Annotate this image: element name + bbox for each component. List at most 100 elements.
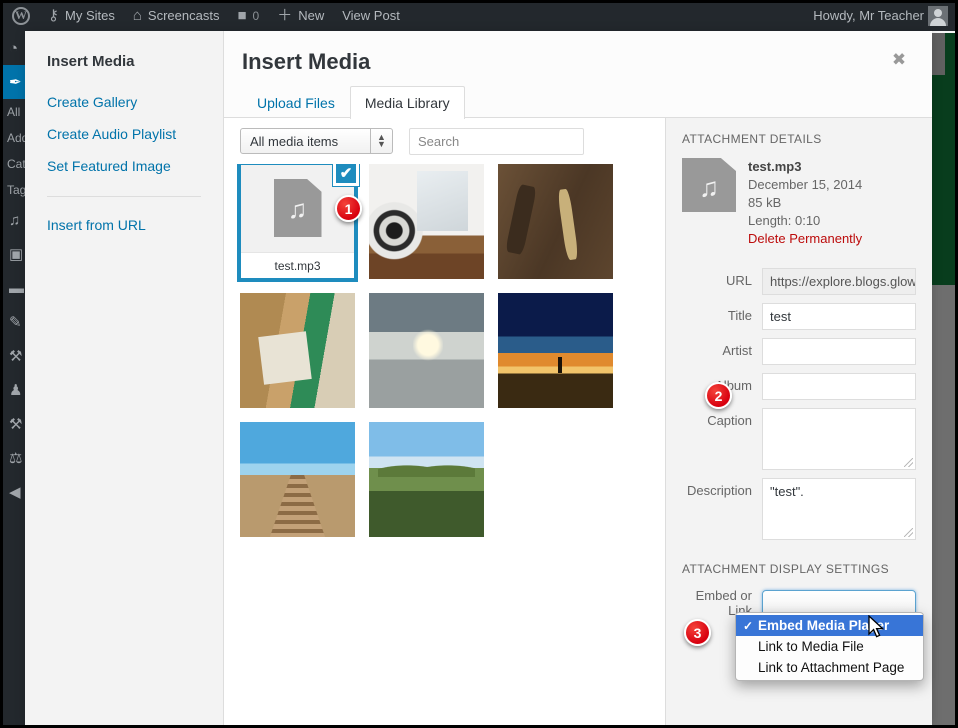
page-scrollbar-thumb[interactable]	[932, 33, 945, 75]
sidebar-item-settings[interactable]: ⚖	[3, 441, 25, 475]
users-icon: ♟	[9, 381, 22, 399]
attachment-silhouette-at-dusk[interactable]	[498, 293, 613, 408]
sidebar-item-comments[interactable]: ▬	[3, 271, 25, 305]
music-note-icon: ♫	[699, 175, 719, 202]
dashboard-icon: ◔	[9, 40, 18, 57]
field-label-title: Title	[682, 303, 762, 323]
artist-field[interactable]	[762, 338, 916, 365]
home-icon: ⌂	[133, 8, 142, 23]
checkmark-icon: ✓	[743, 619, 758, 633]
pin-icon: ✒	[9, 73, 22, 91]
modal-menu-create-audio-playlist[interactable]: Create Audio Playlist	[25, 118, 223, 150]
adminbar-label-view-post: View Post	[342, 8, 400, 23]
sidebar-subitem-add-new[interactable]: Add	[3, 125, 25, 151]
adminbar-item-new[interactable]: ＋ New	[268, 0, 333, 31]
checkmark-icon[interactable]: ✔	[333, 164, 359, 186]
url-field[interactable]: https://explore.blogs.glowsc	[762, 268, 916, 295]
wordpress-logo-icon[interactable]: W	[0, 0, 39, 31]
attachment-filename: test.mp3	[241, 252, 354, 278]
attachment-green-hills[interactable]	[369, 422, 484, 537]
close-icon[interactable]: ✖	[884, 45, 914, 75]
adminbar-item-comments[interactable]: ■ 0	[228, 0, 268, 31]
attachment-display-settings: ATTACHMENT DISPLAY SETTINGS Embed or Lin…	[682, 562, 916, 618]
field-title: Title test	[682, 303, 916, 330]
sidebar-item-tools[interactable]: ⚒	[3, 407, 25, 441]
comments-icon: ▬	[9, 280, 24, 297]
sidebar-item-users[interactable]: ♟	[3, 373, 25, 407]
sidebar-item-posts[interactable]: ✒	[3, 65, 25, 99]
attachment-date: December 15, 2014	[748, 176, 862, 194]
search-input[interactable]: Search	[409, 128, 584, 155]
attachment-wooden-pier[interactable]	[240, 422, 355, 537]
title-field[interactable]: test	[762, 303, 916, 330]
sidebar-subitem-all-posts[interactable]: All	[3, 99, 25, 125]
tab-upload-files[interactable]: Upload Files	[242, 86, 350, 119]
dropdown-option-link-to-attachment-page[interactable]: Link to Attachment Page	[736, 657, 923, 678]
sidebar-item-appearance[interactable]: ✎	[3, 305, 25, 339]
field-url: URL https://explore.blogs.glowsc	[682, 268, 916, 295]
screen-root: W ⚷ My Sites ⌂ Screencasts ■ 0 ＋ New Vie…	[0, 0, 958, 728]
thumbnail-image	[240, 293, 355, 408]
audio-file-icon: ♫	[682, 158, 736, 212]
attachment-test-mp3[interactable]: ♫ test.mp3 ✔	[240, 164, 355, 279]
adminbar-howdy[interactable]: Howdy, Mr Teacher	[804, 0, 928, 31]
attachment-tools-on-wood[interactable]	[498, 164, 613, 279]
dropdown-option-label: Embed Media Player	[758, 618, 889, 633]
avatar[interactable]	[928, 6, 948, 26]
modal-menu-insert-from-url[interactable]: Insert from URL	[25, 209, 223, 241]
thumbnail-image	[369, 422, 484, 537]
attachment-meta: test.mp3 December 15, 2014 85 kB Length:…	[748, 158, 862, 248]
settings-icon: ⚖	[9, 449, 22, 467]
adminbar-label-new: New	[298, 8, 324, 23]
display-settings-heading: ATTACHMENT DISPLAY SETTINGS	[682, 562, 916, 576]
sidebar-item-plugins[interactable]: ⚒	[3, 339, 25, 373]
sidebar-item-collapse[interactable]: ◀	[3, 475, 25, 509]
search-placeholder: Search	[418, 134, 459, 149]
step-badge-1: 1	[335, 195, 362, 222]
attachment-summary: ♫ test.mp3 December 15, 2014 85 kB Lengt…	[682, 158, 916, 248]
adminbar-label-screencasts: Screencasts	[148, 8, 220, 23]
tab-media-library[interactable]: Media Library	[350, 86, 465, 119]
modal-menu-create-gallery[interactable]: Create Gallery	[25, 86, 223, 118]
adminbar-item-my-sites[interactable]: ⚷ My Sites	[39, 0, 124, 31]
key-icon: ⚷	[48, 8, 59, 23]
delete-permanently-link[interactable]: Delete Permanently	[748, 230, 862, 248]
dropdown-option-embed-media-player[interactable]: ✓ Embed Media Player	[736, 615, 923, 636]
caption-field[interactable]	[762, 408, 916, 470]
audio-file-icon: ♫	[274, 179, 322, 237]
field-label-caption: Caption	[682, 408, 762, 428]
dropdown-option-link-to-media-file[interactable]: Link to Media File	[736, 636, 923, 657]
field-label-artist: Artist	[682, 338, 762, 358]
field-description: Description "test".	[682, 478, 916, 540]
media-filter-value: All media items	[250, 134, 338, 149]
page-scrollbar[interactable]	[932, 285, 955, 725]
thumbnail-image	[498, 164, 613, 279]
dropdown-option-label: Link to Attachment Page	[758, 660, 904, 675]
modal-menu-set-featured-image[interactable]: Set Featured Image	[25, 150, 223, 182]
step-badge-2: 2	[705, 382, 732, 409]
comment-icon: ■	[237, 8, 246, 23]
media-filter-select[interactable]: All media items ▲▼	[240, 128, 393, 154]
adminbar-comment-count: 0	[253, 9, 260, 23]
attachment-letterpress-workshop[interactable]	[240, 293, 355, 408]
album-field[interactable]	[762, 373, 916, 400]
attachment-speaker-on-desk[interactable]	[369, 164, 484, 279]
sidebar-item-pages[interactable]: ▣	[3, 237, 25, 271]
attachment-train-station-sunset[interactable]	[369, 293, 484, 408]
sort-arrows-icon: ▲▼	[370, 128, 392, 154]
attachments-grid: ♫ test.mp3 ✔	[224, 164, 665, 725]
appearance-icon: ✎	[9, 313, 22, 331]
sidebar-item-media[interactable]: ♫	[3, 203, 25, 237]
plugins-icon: ⚒	[9, 347, 22, 365]
thumbnail-image	[240, 422, 355, 537]
wp-admin-menu: ◔ ✒ All Add Cat Tag ♫ ▣ ▬ ✎ ⚒ ♟ ⚒ ⚖	[3, 31, 25, 725]
modal-tabs: Upload Files Media Library	[242, 85, 465, 118]
adminbar-item-screencasts[interactable]: ⌂ Screencasts	[124, 0, 229, 31]
sidebar-subitem-categories[interactable]: Cat	[3, 151, 25, 177]
description-field[interactable]: "test".	[762, 478, 916, 540]
sidebar-item-dashboard[interactable]: ◔	[3, 31, 25, 65]
modal-menu-title: Insert Media	[25, 53, 223, 86]
adminbar-item-view-post[interactable]: View Post	[333, 0, 409, 31]
field-label-url: URL	[682, 268, 762, 288]
sidebar-subitem-tags[interactable]: Tag	[3, 177, 25, 203]
